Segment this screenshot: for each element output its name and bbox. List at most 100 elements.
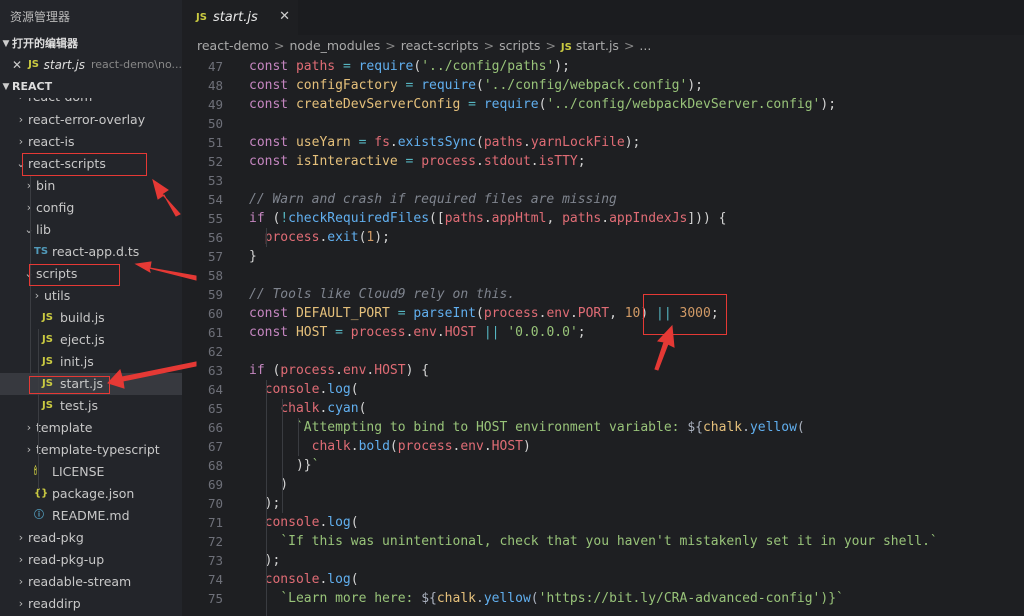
tree-item-readdirp[interactable]: › readdirp <box>0 593 182 615</box>
code-line[interactable]: 61 const HOST = process.env.HOST || '0.0.… <box>182 323 1024 342</box>
project-section[interactable]: ▼ REACT <box>0 76 182 98</box>
line-number: 50 <box>207 116 223 131</box>
tree-item-read-pkg-up[interactable]: › read-pkg-up <box>0 549 182 571</box>
tree-item-label: readable-stream <box>28 574 132 589</box>
code-line[interactable]: 49 const createDevServerConfig = require(… <box>182 95 1024 114</box>
code-line[interactable]: 60 const DEFAULT_PORT = parseInt(process.… <box>182 304 1024 323</box>
tree-item-package-json[interactable]: {} package.json <box>0 483 182 505</box>
open-editor-item[interactable]: ✕ JS start.js react-demo\no... <box>0 54 182 76</box>
license-file-icon: 🕯 <box>34 466 37 477</box>
tree-item-eject-js[interactable]: JS eject.js <box>0 329 182 351</box>
code-line[interactable]: 53 <box>182 171 1024 190</box>
close-icon[interactable]: ✕ <box>12 54 24 76</box>
tree-item-label: build.js <box>60 310 105 325</box>
tree-item-read-pkg[interactable]: › read-pkg <box>0 527 182 549</box>
code-text: if (process.env.HOST) { <box>249 363 430 378</box>
tree-item-label: README.md <box>52 508 130 523</box>
tree-item-template[interactable]: › template <box>0 417 182 439</box>
code-line[interactable]: 47 const paths = require('../config/paths… <box>182 57 1024 76</box>
close-icon[interactable]: ✕ <box>279 9 290 24</box>
code-line[interactable]: 64 console.log( <box>182 380 1024 399</box>
code-line[interactable]: 69 ) <box>182 475 1024 494</box>
code-line[interactable]: 70 ); <box>182 494 1024 513</box>
breadcrumb-item[interactable]: start.js <box>576 38 619 53</box>
code-line[interactable]: 63 if (process.env.HOST) { <box>182 361 1024 380</box>
code-line[interactable]: 73 ); <box>182 551 1024 570</box>
line-number: 61 <box>207 325 223 340</box>
tree-item-license[interactable]: 🕯 LICENSE <box>0 461 182 483</box>
chevron-right-icon: › <box>26 179 32 192</box>
line-number: 53 <box>207 173 223 188</box>
line-number: 72 <box>207 534 223 549</box>
code-text: const createDevServerConfig = require('.… <box>249 97 837 112</box>
code-editor[interactable]: 47 const paths = require('../config/paths… <box>182 57 1024 616</box>
line-number: 75 <box>207 591 223 606</box>
code-line[interactable]: 48 const configFactory = require('../conf… <box>182 76 1024 95</box>
tree-item-react-error-overlay[interactable]: › react-error-overlay <box>0 109 182 131</box>
js-file-icon: JS <box>560 42 572 53</box>
tree-item-react-is[interactable]: › react-is <box>0 131 182 153</box>
open-editor-filename: start.js <box>43 58 85 72</box>
code-line[interactable]: 58 <box>182 266 1024 285</box>
tree-item-readme-md[interactable]: ⓘ README.md <box>0 505 182 527</box>
breadcrumb-item[interactable]: react-demo <box>197 38 269 53</box>
open-editors-section[interactable]: ▼ 打开的编辑器 <box>0 34 182 54</box>
tree-item-label: eject.js <box>60 332 105 347</box>
tree-item-template-typescript[interactable]: › template-typescript <box>0 439 182 461</box>
js-file-icon: JS <box>196 12 207 23</box>
code-line[interactable]: 51 const useYarn = fs.existsSync(paths.ya… <box>182 133 1024 152</box>
code-line[interactable]: 57} <box>182 247 1024 266</box>
chevron-right-icon: › <box>18 113 24 126</box>
tree-item-utils[interactable]: › utils <box>0 285 182 307</box>
code-line[interactable]: 55 if (!checkRequiredFiles([paths.appHtml… <box>182 209 1024 228</box>
breadcrumb-item[interactable]: react-scripts <box>401 38 479 53</box>
code-text: const isInteractive = process.stdout.isT… <box>249 154 586 169</box>
indent-guide <box>38 329 39 489</box>
code-line[interactable]: 65 chalk.cyan( <box>182 399 1024 418</box>
tree-item-lib[interactable]: ⌄ lib <box>0 219 182 241</box>
line-number: 54 <box>207 192 223 207</box>
code-line[interactable]: 67 chalk.bold(process.env.HOST) <box>182 437 1024 456</box>
tree-item-react-app-d-ts[interactable]: TS react-app.d.ts <box>0 241 182 263</box>
line-number: 49 <box>207 97 223 112</box>
tab-start-js[interactable]: JS start.js ✕ <box>182 0 298 35</box>
tree-item-build-js[interactable]: JS build.js <box>0 307 182 329</box>
tree-item-init-js[interactable]: JS init.js <box>0 351 182 373</box>
breadcrumb-separator-icon: > <box>385 38 396 53</box>
code-line[interactable]: 71 console.log( <box>182 513 1024 532</box>
line-number: 74 <box>207 572 223 587</box>
code-text: } <box>249 249 257 264</box>
code-text: const useYarn = fs.existsSync(paths.yarn… <box>249 135 641 150</box>
tree-item-config[interactable]: › config <box>0 197 182 219</box>
line-number: 65 <box>207 401 223 416</box>
code-line[interactable]: 54 // Warn and crash if required files ar… <box>182 190 1024 209</box>
tree-item-readable-stream[interactable]: › readable-stream <box>0 571 182 593</box>
code-line[interactable]: 56 process.exit(1); <box>182 228 1024 247</box>
indent-guide <box>298 418 299 456</box>
breadcrumb-item[interactable]: ... <box>639 38 651 53</box>
project-label: REACT <box>12 80 53 93</box>
line-number: 59 <box>207 287 223 302</box>
code-line[interactable]: 74 console.log( <box>182 570 1024 589</box>
tree-item-label: test.js <box>60 398 98 413</box>
indent-guide <box>266 228 267 247</box>
code-text: `If this was unintentional, check that y… <box>280 534 938 549</box>
line-number: 57 <box>207 249 223 264</box>
code-line[interactable]: 72 `If this was unintentional, check tha… <box>182 532 1024 551</box>
code-line[interactable]: 68 )}` <box>182 456 1024 475</box>
ts-file-icon: TS <box>34 246 49 257</box>
breadcrumb-item[interactable]: node_modules <box>289 38 380 53</box>
code-line[interactable]: 75 `Learn more here: ${chalk.yellow('htt… <box>182 589 1024 608</box>
tree-item-test-js[interactable]: JS test.js <box>0 395 182 417</box>
code-text: )}` <box>249 458 320 473</box>
code-line[interactable]: 52 const isInteractive = process.stdout.i… <box>182 152 1024 171</box>
code-line[interactable]: 62 <box>182 342 1024 361</box>
code-line[interactable]: 66 `Attempting to bind to HOST environme… <box>182 418 1024 437</box>
tree-item-bin[interactable]: › bin <box>0 175 182 197</box>
code-line[interactable]: 50 <box>182 114 1024 133</box>
tree-item-label: react-error-overlay <box>28 112 146 127</box>
tree-item-react-dom[interactable]: ›react-dom <box>0 98 182 108</box>
code-line[interactable]: 59 // Tools like Cloud9 rely on this. <box>182 285 1024 304</box>
breadcrumb-item[interactable]: scripts <box>499 38 540 53</box>
line-number: 67 <box>207 439 223 454</box>
